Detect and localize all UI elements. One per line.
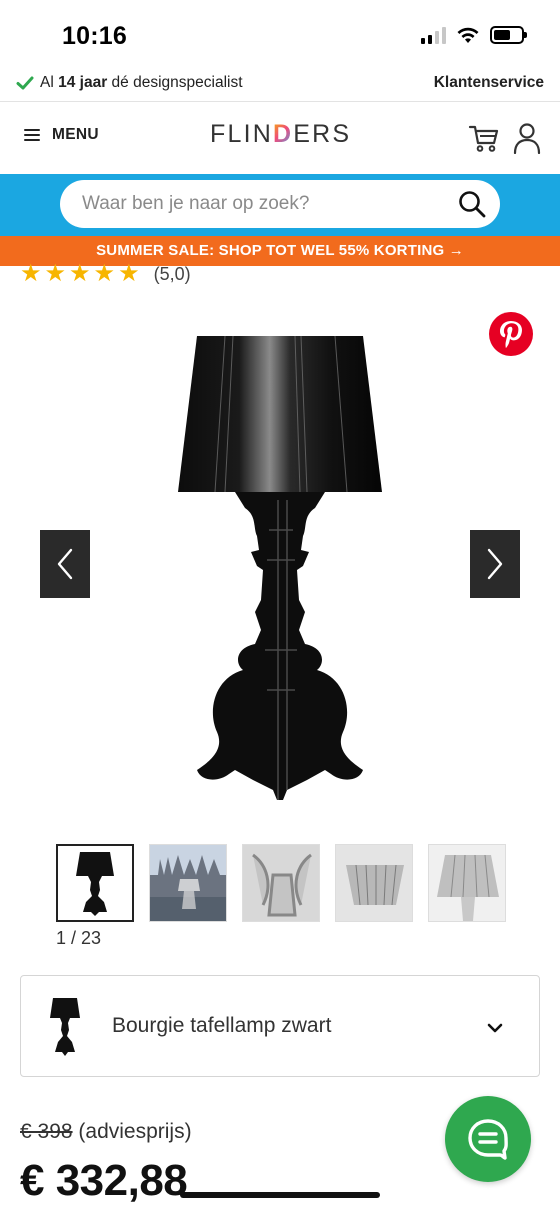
check-icon	[16, 76, 34, 90]
current-price: € 332,88	[20, 1156, 188, 1205]
site-logo[interactable]: FLINDERS	[210, 120, 351, 149]
rating-score: (5,0)	[153, 263, 191, 284]
status-bar: 10:16	[0, 0, 560, 66]
usp-years: 14 jaar	[58, 74, 108, 91]
thumbnail-black-lamp[interactable]	[56, 844, 134, 922]
product-gallery	[0, 300, 560, 830]
user-icon[interactable]	[512, 122, 542, 154]
site-header: MENU FLINDERS	[0, 102, 560, 174]
usp-suffix: dé designspecialist	[107, 74, 243, 91]
gallery-next-button[interactable]	[470, 530, 520, 598]
star-icon: ★	[118, 260, 140, 287]
battery-icon	[490, 26, 527, 44]
status-time: 10:16	[62, 22, 127, 50]
chevron-left-icon	[57, 548, 73, 580]
gallery-prev-button[interactable]	[40, 530, 90, 598]
star-icon: ★	[44, 260, 67, 287]
star-icon: ★	[93, 260, 116, 287]
cart-icon[interactable]	[468, 122, 500, 154]
advised-price: € 398 (adviesprijs)	[20, 1120, 192, 1144]
star-icon: ★	[20, 260, 42, 287]
variant-thumbnail	[50, 998, 80, 1056]
star-icon: ★	[69, 260, 91, 287]
home-indicator	[180, 1192, 380, 1198]
variant-label: Bourgie tafellamp zwart	[112, 1014, 332, 1037]
old-price-value: € 398	[20, 1120, 73, 1143]
rating-stars: ★ ★ ★ ★ ★	[20, 262, 140, 286]
pinterest-icon[interactable]	[489, 312, 533, 356]
chat-button[interactable]	[445, 1096, 531, 1182]
thumbnail-clear-lamp-full[interactable]	[428, 844, 506, 922]
menu-label: MENU	[52, 126, 99, 143]
usp-bar: Al 14 jaar dé designspecialist Klantense…	[0, 66, 560, 102]
product-rating[interactable]: ★ ★ ★ ★ ★ (5,0)	[20, 262, 191, 286]
hamburger-icon	[24, 129, 40, 141]
thumbnail-clear-lamp-base[interactable]	[242, 844, 320, 922]
chevron-right-icon	[487, 548, 503, 580]
gallery-thumbnails	[56, 844, 506, 922]
gallery-counter: 1 / 23	[56, 928, 102, 948]
thumbnail-lamp-in-city[interactable]	[149, 844, 227, 922]
search-box	[60, 180, 500, 228]
variant-selector[interactable]: Bourgie tafellamp zwart	[20, 975, 540, 1077]
search-band	[0, 174, 560, 236]
old-price-suffix: (adviesprijs)	[72, 1120, 192, 1143]
search-icon[interactable]	[458, 190, 486, 218]
customer-service-link[interactable]: Klantenservice	[434, 74, 544, 92]
signal-icon	[421, 26, 446, 44]
wifi-icon	[457, 27, 479, 43]
menu-button[interactable]: MENU	[24, 126, 99, 144]
status-icons	[421, 26, 527, 44]
product-image[interactable]	[175, 330, 385, 810]
chevron-down-icon	[487, 1023, 503, 1033]
thumbnail-clear-lamp-shade[interactable]	[335, 844, 413, 922]
usp-prefix: Al	[40, 74, 59, 91]
chat-icon	[468, 1119, 508, 1160]
search-input[interactable]	[82, 180, 442, 228]
usp-message: Al 14 jaar dé designspecialist	[16, 74, 243, 92]
